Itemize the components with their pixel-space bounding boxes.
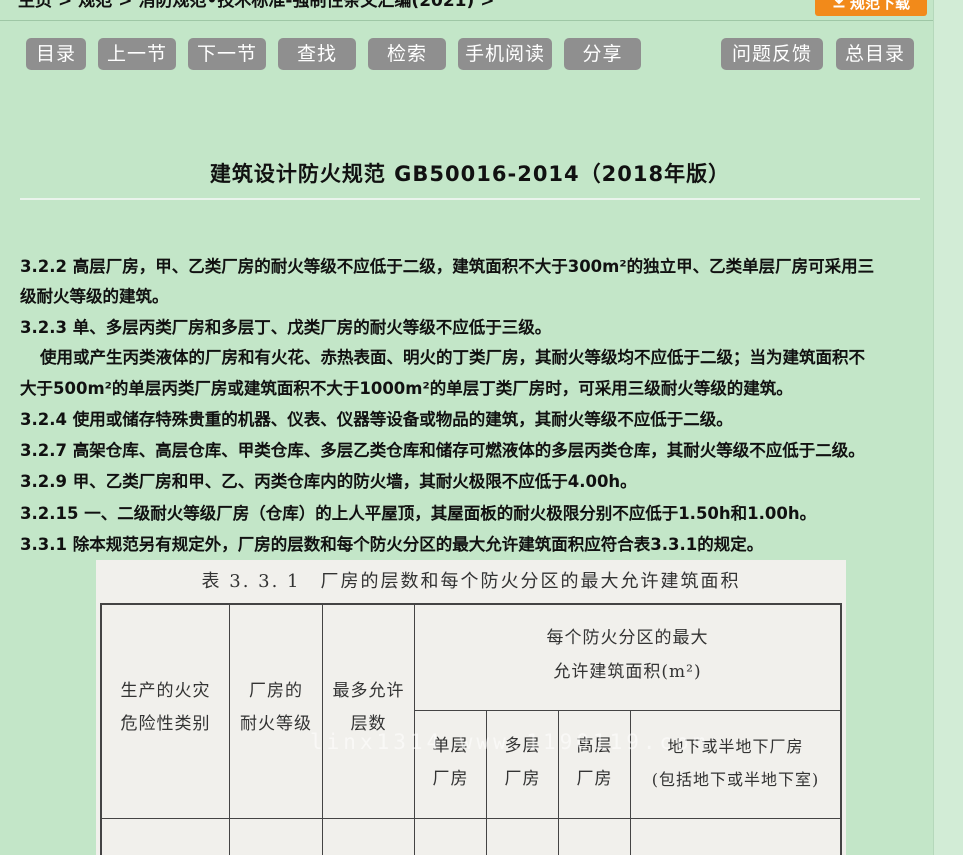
clause-3-2-3-note: 使用或产生丙类液体的厂房和有火花、赤热表面、明火的丁类厂房，其耐火等级均不应低于… [40,348,865,367]
feedback-button[interactable]: 问题反馈 [721,38,823,70]
clause-3-2-3: 3.2.3 单、多层丙类厂房和多层丁、戊类厂房的耐火等级不应低于三级。 [20,318,552,337]
download-spec-button[interactable]: 规范下载 [815,0,927,16]
download-button-label: 规范下载 [849,0,910,12]
clause-3-2-4: 3.2.4 使用或储存特殊贵重的机器、仪表、仪器等设备或物品的建筑，其耐火等级不… [20,410,733,429]
table-row-line [414,710,840,711]
table-right-border [840,603,842,855]
page-title: 建筑设计防火规范 GB50016-2014（2018年版） [209,162,731,186]
table-row-line [100,818,840,819]
subheader-single-storey-line2: 厂房 [432,769,469,789]
next-section-button[interactable]: 下一节 [188,38,266,70]
find-button[interactable]: 查找 [278,38,356,70]
clause-3-2-2-continued: 级耐火等级的建筑。 [20,287,169,306]
table-caption: 表 3. 3. 1 厂房的层数和每个防火分区的最大允许建筑面积 [201,571,741,592]
toc-button[interactable]: 目录 [26,38,86,70]
breadcrumb-separator: > [480,0,495,11]
breadcrumb-separator: > [118,0,133,11]
clause-3-3-1: 3.3.1 除本规范另有规定外，厂房的层数和每个防火分区的最大允许建筑面积应符合… [20,535,764,554]
subheader-multi-storey-line2: 厂房 [504,769,541,789]
breadcrumb-home-link[interactable]: 主页 [18,0,52,11]
page-right-margin [933,0,963,855]
breadcrumb-divider [0,20,933,21]
header-max-floors-line1: 最多允许 [332,681,405,701]
clause-3-2-15: 3.2.15 一、二级耐火等级厂房（仓库）的上人平屋顶，其屋面板的耐火极限分别不… [20,504,817,523]
table-top-border [100,603,842,605]
title-divider [20,198,920,200]
breadcrumb: 主页 > 规范 > 消防规范•技术标准-强制性条文汇编(2021) > [18,0,501,20]
site-watermark: linx1314 www.1190119.com [310,730,710,754]
breadcrumb-separator: > [58,0,73,11]
search-button[interactable]: 检索 [368,38,446,70]
previous-section-button[interactable]: 上一节 [98,38,176,70]
header-hazard-category-line1: 生产的火灾 [120,681,211,701]
mobile-reading-button[interactable]: 手机阅读 [458,38,552,70]
header-fire-rating-line1: 厂房的 [249,681,303,701]
header-max-area-line2: 允许建筑面积(m²) [553,662,702,682]
table-3-3-1-image: 表 3. 3. 1 厂房的层数和每个防火分区的最大允许建筑面积 生产的火灾 危险… [96,560,846,855]
breadcrumb-collection-link[interactable]: 消防规范•技术标准-强制性条文汇编(2021) [139,0,475,11]
breadcrumb-specs-link[interactable]: 规范 [78,0,112,11]
download-icon [832,0,846,14]
clause-3-2-3-note-continued: 大于500m²的单层丙类厂房或建筑面积不大于1000m²的单层丁类厂房时，可采用… [20,379,793,398]
header-hazard-category-line2: 危险性类别 [120,714,211,734]
subheader-underground-line2: (包括地下或半地下室) [651,770,820,789]
clause-3-2-7: 3.2.7 高架仓库、高层仓库、甲类仓库、多层乙类仓库和储存可燃液体的多层丙类仓… [20,441,865,460]
master-toc-button[interactable]: 总目录 [836,38,914,70]
subheader-high-rise-line2: 厂房 [576,769,613,789]
share-button[interactable]: 分享 [564,38,641,70]
header-max-area-line1: 每个防火分区的最大 [546,628,709,648]
clause-3-2-2: 3.2.2 高层厂房，甲、乙类厂房的耐火等级不应低于二级，建筑面积不大于300m… [20,257,875,276]
clause-3-2-9: 3.2.9 甲、乙类厂房和甲、乙、丙类仓库内的防火墙，其耐火极限不应低于4.00… [20,472,637,491]
header-fire-rating-line2: 耐火等级 [240,714,312,734]
